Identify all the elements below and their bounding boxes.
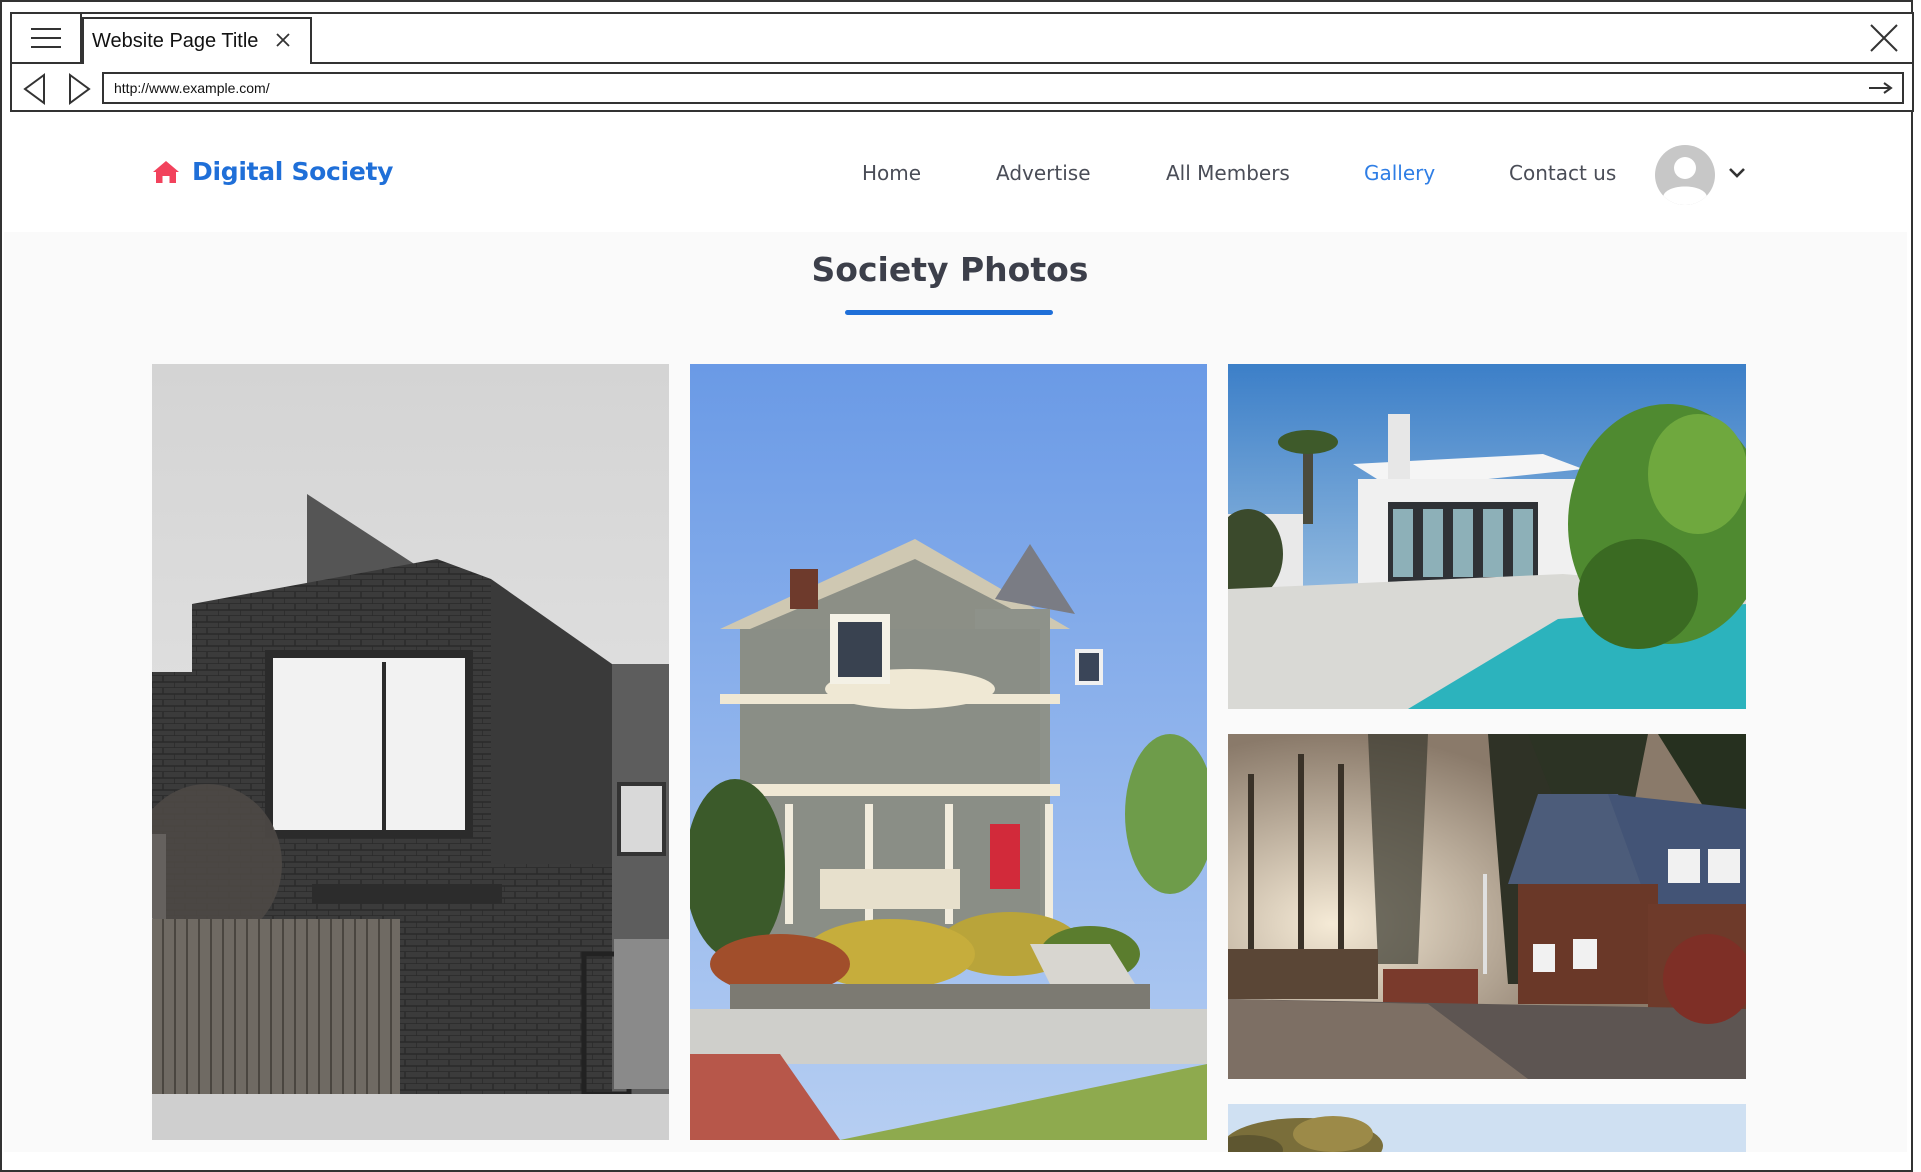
browser-chrome: Website Page Title http://www.example.co… xyxy=(10,12,1914,112)
forward-arrow-icon[interactable] xyxy=(64,72,94,106)
nav-home[interactable]: Home xyxy=(862,161,921,185)
go-arrow-icon[interactable] xyxy=(1868,80,1894,96)
tab-title: Website Page Title xyxy=(92,30,259,52)
tree-against-sky-image xyxy=(1228,1104,1746,1152)
avatar[interactable] xyxy=(1655,145,1715,205)
back-arrow-icon[interactable] xyxy=(20,72,50,106)
address-row: http://www.example.com/ xyxy=(12,64,1912,112)
address-bar[interactable]: http://www.example.com/ xyxy=(102,72,1904,104)
gallery-photo[interactable] xyxy=(1228,734,1746,1079)
gallery-photo[interactable] xyxy=(1228,364,1746,709)
nav-advertise[interactable]: Advertise xyxy=(996,161,1091,185)
window-close-icon[interactable] xyxy=(1868,22,1900,54)
wooden-cabin-in-forest-image xyxy=(1228,734,1746,1079)
white-villa-with-pool-image xyxy=(1228,364,1746,709)
modern-gray-brick-house-image xyxy=(152,364,669,1140)
gallery-photo[interactable] xyxy=(690,364,1207,1140)
nav-all-members[interactable]: All Members xyxy=(1166,161,1290,185)
gallery-photo[interactable] xyxy=(152,364,669,1140)
page-title: Society Photos xyxy=(811,250,1089,289)
main-nav: Home Advertise All Members Gallery Conta… xyxy=(4,161,1907,191)
site-header: Digital Society Home Advertise All Membe… xyxy=(4,114,1907,232)
user-avatar-icon xyxy=(1663,157,1707,205)
victorian-house-with-turret-image xyxy=(690,364,1207,1140)
page-viewport: Digital Society Home Advertise All Membe… xyxy=(4,114,1907,1152)
browser-window: Website Page Title http://www.example.co… xyxy=(0,0,1914,1172)
title-underline xyxy=(845,310,1053,315)
tab-close-icon[interactable] xyxy=(274,31,292,49)
menu-icon[interactable] xyxy=(12,14,82,62)
nav-contact-us[interactable]: Contact us xyxy=(1509,161,1616,185)
gallery-photo[interactable] xyxy=(1228,1104,1746,1152)
url-text: http://www.example.com/ xyxy=(114,80,270,96)
nav-gallery[interactable]: Gallery xyxy=(1364,161,1435,185)
browser-tab[interactable]: Website Page Title xyxy=(82,17,312,64)
tab-bar: Website Page Title xyxy=(12,14,1912,64)
chevron-down-icon[interactable] xyxy=(1728,167,1746,179)
